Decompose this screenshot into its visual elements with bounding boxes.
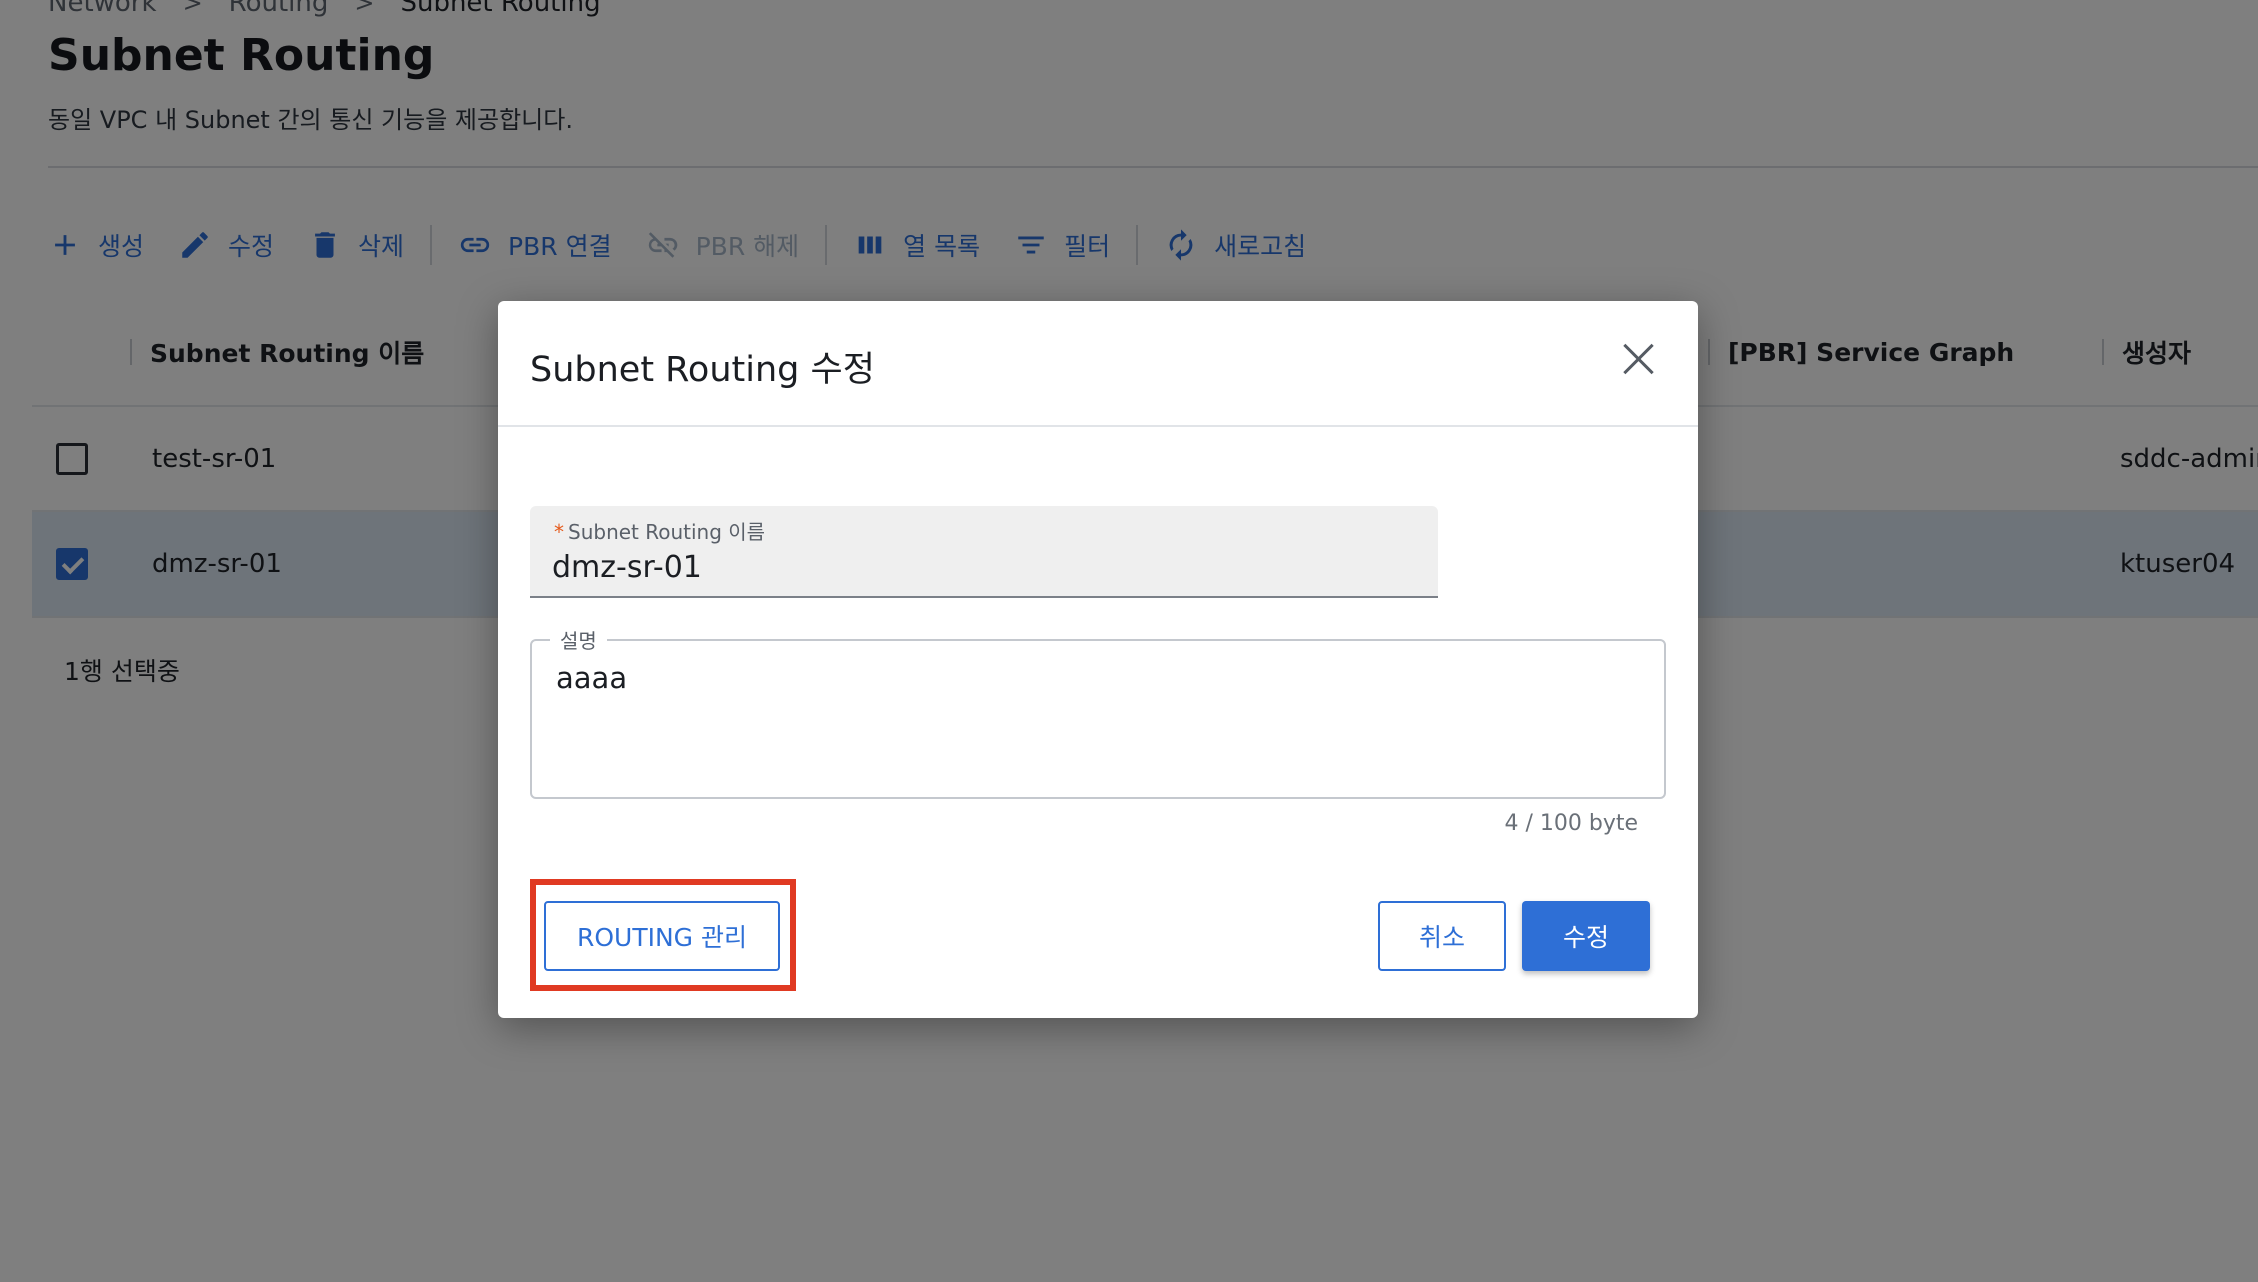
name-field-label-text: Subnet Routing 이름 <box>568 520 766 544</box>
submit-button[interactable]: 수정 <box>1522 901 1650 971</box>
byte-counter: 4 / 100 byte <box>1504 811 1638 836</box>
dialog-title: Subnet Routing 수정 <box>530 350 875 390</box>
description-input[interactable]: aaaa <box>556 661 1636 781</box>
description-label: 설명 <box>550 625 607 654</box>
edit-dialog: Subnet Routing 수정 *Subnet Routing 이름 설명 … <box>498 301 1698 1018</box>
routing-manage-button[interactable]: ROUTING 관리 <box>544 901 780 971</box>
description-field[interactable]: 설명 aaaa <box>530 625 1666 799</box>
name-input[interactable] <box>552 550 1412 585</box>
name-field-label: * Subnet Routing 이름 <box>554 516 765 545</box>
cancel-button[interactable]: 취소 <box>1378 901 1506 971</box>
dialog-header: Subnet Routing 수정 <box>498 301 1698 427</box>
name-field[interactable]: * Subnet Routing 이름 <box>530 506 1438 598</box>
required-marker: * <box>554 520 564 544</box>
close-icon[interactable] <box>1618 339 1658 379</box>
